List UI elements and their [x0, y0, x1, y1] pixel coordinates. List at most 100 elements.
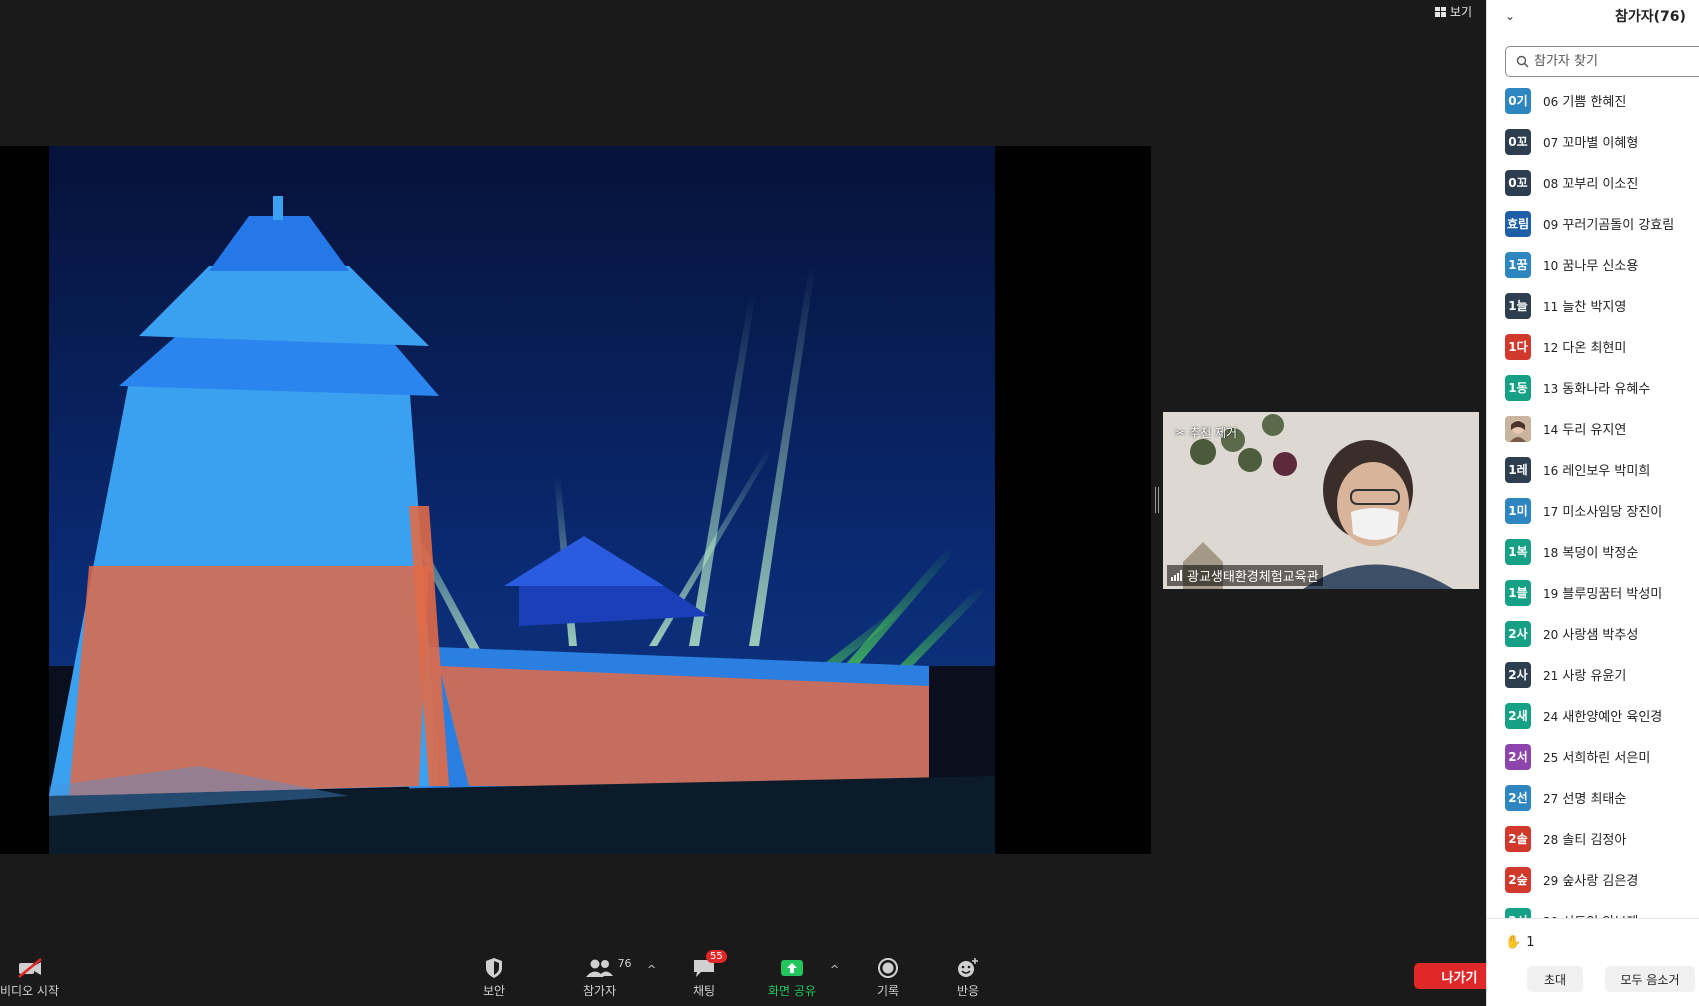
start-video-button[interactable]: 비디오 시작 [0, 956, 59, 999]
video-off-icon [16, 956, 44, 980]
chat-button[interactable]: 55 채팅 [692, 950, 727, 999]
participant-row[interactable]: 1동 13 동화나라 유혜수 [1487, 367, 1699, 408]
add-reaction-icon [956, 956, 980, 980]
share-screen-button[interactable]: 화면 공유 [768, 956, 816, 999]
participant-row[interactable]: 2사 20 사랑샘 박추성 [1487, 613, 1699, 654]
avatar: 1미 [1505, 497, 1531, 524]
view-label: 보기 [1449, 5, 1472, 19]
participant-number: 14 [1543, 423, 1559, 437]
chat-unread-badge: 55 [706, 950, 727, 963]
avatar: 1꿈 [1505, 251, 1531, 278]
participant-row[interactable]: 0꼬 08 꼬부리 이소진 [1487, 162, 1699, 203]
participant-row[interactable]: 2서 25 서희하린 서은미 [1487, 736, 1699, 777]
security-button[interactable]: 보안 [483, 956, 505, 999]
participant-row[interactable]: 2솔 28 솔티 김정아 [1487, 818, 1699, 859]
participant-name-text: 새한양예안 육인경 [1562, 710, 1663, 725]
participant-row[interactable]: 1꿈 10 꿈나무 신소용 [1487, 244, 1699, 285]
pin-off-icon: ✂ [1175, 425, 1186, 440]
reactions-button[interactable]: 반응 [956, 956, 980, 999]
participant-number: 18 [1543, 546, 1559, 560]
avatar: 2솔 [1505, 825, 1531, 852]
view-button[interactable]: 보기 [1434, 3, 1472, 20]
participant-search-box[interactable] [1505, 46, 1699, 77]
participant-name: 20 사랑샘 박추성 [1543, 624, 1638, 643]
participants-panel: ⌄ 참가자(76) 0기 06 기쁨 한혜진 0꼬 07 꼬마별 이혜형 0꼬 08 꼬부… [1486, 0, 1699, 1006]
record-button[interactable]: 기록 [877, 956, 899, 999]
participant-list: 0기 06 기쁨 한혜진 0꼬 07 꼬마별 이혜형 0꼬 08 꼬부리 이소진 효림 09 … [1487, 80, 1699, 918]
signal-strength-icon [1171, 570, 1182, 581]
participant-search-input[interactable] [1534, 54, 1699, 69]
remove-spotlight-label: 추천 제거 [1189, 426, 1238, 440]
participants-options-caret-icon[interactable]: ^ [647, 963, 656, 976]
participant-name-label: 광교생태환경체험교육관 [1167, 565, 1323, 586]
share-options-caret-icon[interactable]: ^ [830, 963, 839, 976]
participant-video-tile[interactable]: ✂ 추천 제거 광교생태환경체험교육관 [1163, 412, 1479, 589]
participant-name-text: 두리 유지연 [1562, 423, 1627, 438]
avatar: 2시 [1505, 907, 1531, 918]
participant-name: 16 레인보우 박미희 [1543, 460, 1650, 479]
mute-all-button[interactable]: 모두 음소거 [1605, 966, 1695, 992]
participant-number: 25 [1543, 751, 1559, 765]
raised-hands-indicator[interactable]: ✋ 1 [1505, 935, 1534, 950]
participant-row[interactable]: 1미 17 미소사임당 장진이 [1487, 490, 1699, 531]
chevron-down-icon[interactable]: ⌄ [1505, 9, 1515, 23]
avatar: 0꼬 [1505, 169, 1531, 196]
participant-name: 30 시드인 안보제 [1543, 911, 1638, 918]
participant-number: 21 [1543, 669, 1559, 683]
participant-row[interactable]: 1다 12 다온 최현미 [1487, 326, 1699, 367]
security-label: 보안 [483, 984, 506, 998]
participant-row[interactable]: 효림 09 꾸러기곰돌이 강효림 [1487, 203, 1699, 244]
participant-row[interactable]: 2숲 29 숲사랑 김은경 [1487, 859, 1699, 900]
participant-name-text: 동화나라 유혜수 [1562, 382, 1651, 397]
avatar: 2선 [1505, 784, 1531, 811]
participant-number: 06 [1543, 95, 1559, 109]
avatar: 1다 [1505, 333, 1531, 360]
participant-name: 09 꾸러기곰돌이 강효림 [1543, 214, 1674, 233]
participant-name-text: 다온 최현미 [1562, 341, 1627, 356]
participant-row[interactable]: 1레 16 레인보우 박미희 [1487, 449, 1699, 490]
participants-label: 참가자 [583, 984, 617, 998]
avatar: 2서 [1505, 743, 1531, 770]
participants-panel-footer: ✋ 1 초대 모두 음소거 [1487, 918, 1699, 1006]
shared-image [49, 146, 995, 854]
participant-name: 24 새한양예안 육인경 [1543, 706, 1662, 725]
participant-row[interactable]: 2새 24 새한양예안 육인경 [1487, 695, 1699, 736]
participant-row[interactable]: 1복 18 복덩이 박정순 [1487, 531, 1699, 572]
avatar: 2새 [1505, 702, 1531, 729]
participant-name: 27 선명 최태순 [1543, 788, 1626, 807]
start-video-label: 비디오 시작 [0, 984, 60, 998]
record-icon [877, 956, 899, 980]
participant-row[interactable]: 1늘 11 늘찬 박지영 [1487, 285, 1699, 326]
avatar: 2사 [1505, 661, 1531, 688]
participants-count: 76 [617, 957, 632, 970]
panel-resize-handle[interactable] [1155, 487, 1159, 513]
participant-number: 17 [1543, 505, 1559, 519]
participants-panel-header: ⌄ 참가자(76) [1487, 0, 1699, 36]
participant-name: 14 두리 유지연 [1543, 419, 1626, 438]
participant-number: 27 [1543, 792, 1559, 806]
participant-name-text: 사랑 유윤기 [1562, 669, 1627, 684]
participant-number: 16 [1543, 464, 1559, 478]
participant-name: 28 솔티 김정아 [1543, 829, 1626, 848]
avatar: 1블 [1505, 579, 1531, 606]
participant-row[interactable]: 0기 06 기쁨 한혜진 [1487, 80, 1699, 121]
participant-row[interactable]: 0꼬 07 꼬마별 이혜형 [1487, 121, 1699, 162]
participant-name-text: 꾸러기곰돌이 강효림 [1562, 218, 1675, 233]
invite-button[interactable]: 초대 [1527, 966, 1583, 992]
avatar: 1복 [1505, 538, 1531, 565]
participant-name: 광교생태환경체험교육관 [1187, 570, 1319, 585]
participant-row[interactable]: 1블 19 블루밍꿈터 박성미 [1487, 572, 1699, 613]
participant-name: 13 동화나라 유혜수 [1543, 378, 1650, 397]
participant-row[interactable]: 2시 30 시드인 안보제 [1487, 900, 1699, 918]
participant-row[interactable]: 2선 27 선명 최태순 [1487, 777, 1699, 818]
avatar: 0꼬 [1505, 128, 1531, 155]
participants-icon: 76 [585, 956, 632, 980]
participant-name-text: 늘찬 박지영 [1562, 300, 1627, 315]
participant-name: 21 사랑 유윤기 [1543, 665, 1626, 684]
reactions-label: 반응 [956, 984, 980, 998]
remove-spotlight-button[interactable]: ✂ 추천 제거 [1175, 424, 1237, 441]
participants-button[interactable]: 76 참가자 [583, 956, 632, 999]
participant-row[interactable]: 14 두리 유지연 [1487, 408, 1699, 449]
participant-row[interactable]: 2사 21 사랑 유윤기 [1487, 654, 1699, 695]
avatar [1505, 415, 1531, 442]
